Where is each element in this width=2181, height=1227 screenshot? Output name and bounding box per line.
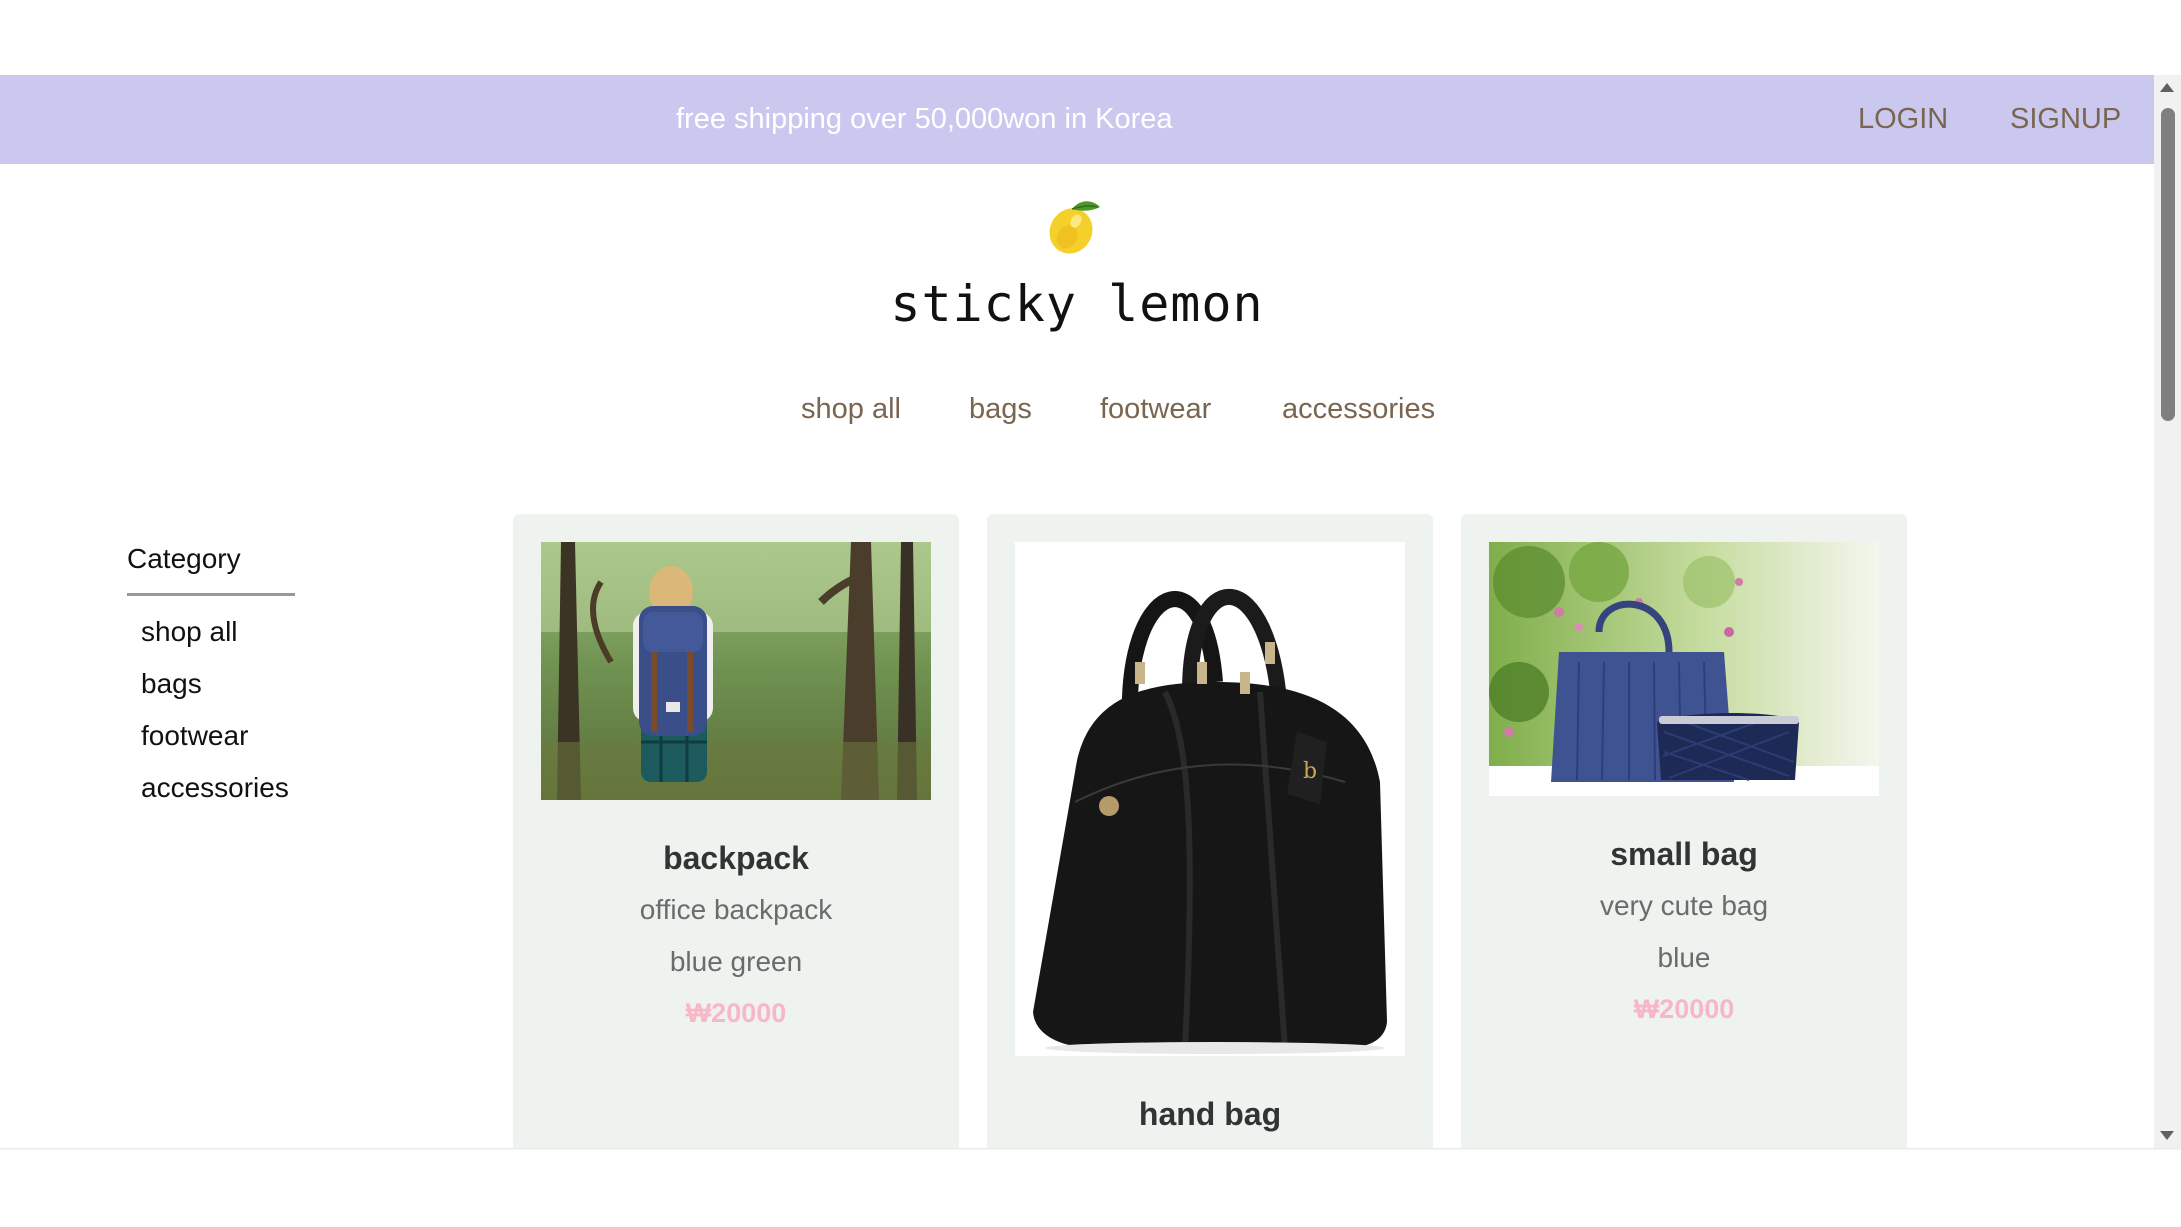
svg-text:b: b — [1303, 759, 1317, 784]
site-logo-text[interactable]: sticky lemon — [0, 275, 2154, 333]
free-shipping-banner: free shipping over 50,000won in Korea — [676, 103, 1173, 135]
scroll-thumb[interactable] — [2161, 108, 2175, 421]
lemon-icon[interactable] — [1046, 197, 1102, 255]
nav-bags[interactable]: bags — [969, 393, 1032, 433]
nav-accessories[interactable]: accessories — [1282, 393, 1435, 433]
small-bag-photo[interactable] — [1489, 542, 1879, 796]
backpack-photo[interactable] — [541, 542, 931, 800]
product-card-hand-bag[interactable]: b hand bag — [987, 514, 1433, 1148]
product-price: ₩20000 — [685, 998, 787, 1028]
nav-shop-all[interactable]: shop all — [801, 393, 901, 433]
sidebar-item-shop-all[interactable]: shop all — [141, 616, 238, 648]
announcement-bar: free shipping over 50,000won in Korea LO… — [0, 75, 2154, 164]
login-link[interactable]: LOGIN — [1858, 75, 1948, 164]
product-name[interactable]: backpack — [513, 840, 959, 877]
handbag-photo[interactable]: b — [1015, 542, 1405, 1056]
scroll-up-arrow-icon[interactable] — [2160, 83, 2174, 92]
product-color: blue green — [669, 946, 803, 977]
product-color: blue — [1657, 942, 1711, 973]
sidebar-item-bags[interactable]: bags — [141, 668, 202, 700]
category-heading: Category — [127, 543, 241, 574]
nav-footwear[interactable]: footwear — [1100, 393, 1211, 433]
sidebar-item-footwear[interactable]: footwear — [141, 720, 248, 752]
signup-link[interactable]: SIGNUP — [2010, 75, 2121, 164]
product-card-backpack[interactable]: backpack office backpack blue green ₩200… — [513, 514, 959, 1148]
product-price: ₩20000 — [1633, 994, 1735, 1024]
scroll-down-arrow-icon[interactable] — [2160, 1131, 2174, 1140]
product-card-small-bag[interactable]: small bag very cute bag blue ₩20000 — [1461, 514, 1907, 1148]
product-description: very cute bag — [1599, 890, 1769, 921]
product-name[interactable]: small bag — [1461, 836, 1907, 873]
product-description: office backpack — [639, 894, 833, 925]
category-divider — [127, 593, 295, 596]
sidebar-item-accessories[interactable]: accessories — [141, 772, 289, 804]
vertical-scrollbar[interactable] — [2154, 75, 2181, 1148]
browser-viewport: free shipping over 50,000won in Korea LO… — [0, 75, 2181, 1148]
product-name[interactable]: hand bag — [987, 1096, 1433, 1133]
